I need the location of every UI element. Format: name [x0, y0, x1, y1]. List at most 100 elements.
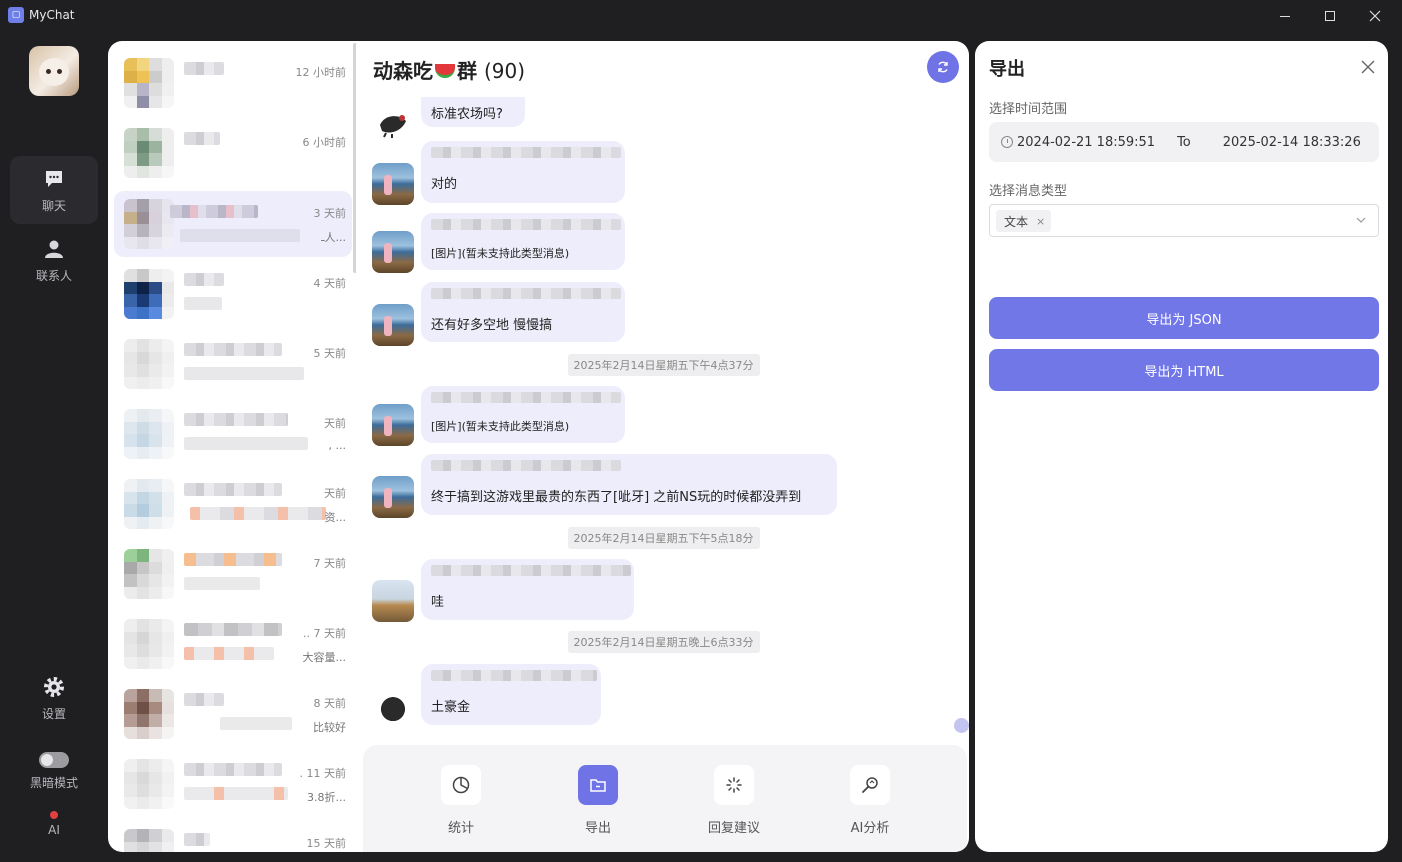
- start-date-input[interactable]: 2024-02-21 18:59:51: [1017, 135, 1155, 150]
- conversation-avatar: [124, 549, 174, 599]
- message-text: 土豪金: [431, 700, 471, 715]
- stats-tool[interactable]: 统计: [421, 765, 501, 836]
- ai-analysis-label: AI分析: [850, 821, 890, 836]
- nav-settings-label: 设置: [41, 706, 66, 721]
- gear-icon: [42, 675, 66, 699]
- time-separator: 2025年2月14日星期五下午5点18分: [358, 527, 969, 549]
- conversation-avatar: [124, 759, 174, 809]
- conversation-item[interactable]: 12 小时前: [114, 50, 352, 116]
- conversation-avatar: [124, 829, 174, 852]
- conversation-preview: ـ人...: [321, 231, 346, 244]
- conversation-item[interactable]: .. 7 天前 大容量...: [114, 611, 352, 677]
- close-window-button[interactable]: [1352, 0, 1398, 32]
- chat-title: 动森吃群 (90): [373, 55, 525, 84]
- pie-chart-icon: [452, 776, 470, 794]
- time-range-label: 选择时间范围: [989, 102, 1068, 117]
- refresh-button[interactable]: [927, 51, 959, 83]
- title-bar: ▢ MyChat: [0, 0, 1402, 32]
- nav-chat-label: 聊天: [41, 198, 66, 213]
- message-text: [图片](暂未支持此类型消息): [431, 420, 570, 433]
- conversation-time: 天前: [324, 487, 346, 500]
- conversation-time: 3 天前: [313, 207, 347, 220]
- conversation-item[interactable]: 4 天前: [114, 261, 352, 327]
- conversation-list[interactable]: 12 小时前 6 小时前 3 天前 ـ人... 4 天前 5 天前 天前 , .…: [108, 41, 356, 852]
- message-text: 标准农场吗?: [431, 107, 503, 122]
- watermelon-emoji-icon: [435, 63, 455, 78]
- date-range-picker[interactable]: 2024-02-21 18:59:51 To 2025-02-14 18:33:…: [989, 122, 1379, 162]
- conversation-item[interactable]: 8 天前 比较好: [114, 681, 352, 747]
- export-tool[interactable]: 导出: [558, 765, 638, 836]
- conversation-item[interactable]: 天前 资...: [114, 471, 352, 537]
- conversation-time: 天前: [324, 417, 346, 430]
- dark-mode-toggle[interactable]: 黑暗模式: [10, 746, 98, 796]
- maximize-button[interactable]: [1307, 0, 1353, 32]
- conversation-time: 6 小时前: [302, 136, 347, 149]
- conversation-item[interactable]: 15 天前: [114, 821, 352, 852]
- close-panel-button[interactable]: [1361, 59, 1377, 75]
- refresh-icon: [938, 61, 948, 73]
- conversation-avatar: [124, 199, 174, 249]
- message-type-select[interactable]: 文本 ×: [989, 204, 1379, 237]
- ai-analysis-button[interactable]: [850, 765, 890, 805]
- message-text: [图片](暂未支持此类型消息): [431, 247, 570, 260]
- conversation-preview: 3.8折...: [307, 791, 346, 804]
- chat-name: 动森吃: [373, 59, 433, 83]
- conversation-item[interactable]: . 11 天前 3.8折...: [114, 751, 352, 817]
- toggle-switch[interactable]: [39, 751, 69, 768]
- export-button[interactable]: [578, 765, 618, 805]
- minimize-button[interactable]: [1262, 0, 1308, 32]
- message-avatar: [372, 163, 414, 205]
- conversation-preview: 比较好: [313, 721, 346, 734]
- nav-ai-label: AI: [48, 823, 60, 837]
- export-folder-icon: [590, 779, 606, 792]
- date-range-separator: To: [1177, 134, 1191, 150]
- conversation-time: .. 7 天前: [303, 627, 346, 640]
- conversation-time: 5 天前: [313, 347, 347, 360]
- conversation-item[interactable]: 天前 , ...: [114, 401, 352, 467]
- message-avatar: [372, 231, 414, 273]
- conversation-item[interactable]: 5 天前: [114, 331, 352, 397]
- user-avatar[interactable]: [29, 46, 79, 96]
- selected-type-tag: 文本 ×: [996, 210, 1052, 232]
- clock-icon: [1001, 136, 1013, 148]
- export-panel-title: 导出: [989, 59, 1025, 80]
- chat-toolbar: 统计 导出 回复建议 AI分析: [363, 745, 967, 852]
- selected-type-label: 文本: [1004, 214, 1029, 229]
- close-icon: [1361, 60, 1375, 74]
- nav-ai[interactable]: AI: [10, 804, 98, 844]
- export-json-button[interactable]: 导出为 JSON: [989, 297, 1379, 339]
- conversation-list-scrollbar[interactable]: [353, 43, 356, 273]
- export-html-button[interactable]: 导出为 HTML: [989, 349, 1379, 391]
- message-avatar: [372, 304, 414, 346]
- message-bubble: 终于搞到这游戏里最贵的东西了[呲牙] 之前NS玩的时候都没弄到: [421, 454, 837, 515]
- message-avatar: [372, 686, 414, 728]
- end-date-input[interactable]: 2025-02-14 18:33:26: [1223, 135, 1361, 150]
- conversation-time: 4 天前: [313, 277, 347, 290]
- ai-analysis-tool[interactable]: AI分析: [830, 765, 910, 836]
- member-count: (90): [483, 59, 526, 83]
- time-separator: 2025年2月14日星期五晚上6点33分: [358, 631, 969, 653]
- nav-chat[interactable]: 聊天: [10, 156, 98, 224]
- conversation-item[interactable]: 7 天前: [114, 541, 352, 607]
- conversation-avatar: [124, 339, 174, 389]
- nav-contacts[interactable]: 联系人: [10, 226, 98, 294]
- reply-suggest-tool[interactable]: 回复建议: [694, 765, 774, 836]
- conversation-preview: , ...: [328, 439, 346, 452]
- conversation-time: 8 天前: [313, 697, 347, 710]
- stats-button[interactable]: [441, 765, 481, 805]
- person-icon: [42, 237, 66, 261]
- nav-settings[interactable]: 设置: [10, 664, 98, 732]
- reply-suggest-button[interactable]: [714, 765, 754, 805]
- message-bubble: [图片](暂未支持此类型消息): [421, 386, 625, 443]
- conversation-avatar: [124, 58, 174, 108]
- message-avatar: [372, 101, 414, 143]
- message-bubble: [图片](暂未支持此类型消息): [421, 213, 625, 270]
- conversation-avatar: [124, 619, 174, 669]
- message-text: 还有好多空地 慢慢搞: [431, 318, 553, 333]
- message-bubble: 对的: [421, 141, 625, 203]
- conversation-item-selected[interactable]: 3 天前 ـ人...: [114, 191, 352, 257]
- remove-tag-button[interactable]: ×: [1036, 215, 1045, 228]
- conversation-avatar: [124, 479, 174, 529]
- conversation-item[interactable]: 6 小时前: [114, 120, 352, 186]
- scroll-to-bottom-indicator[interactable]: [954, 718, 969, 733]
